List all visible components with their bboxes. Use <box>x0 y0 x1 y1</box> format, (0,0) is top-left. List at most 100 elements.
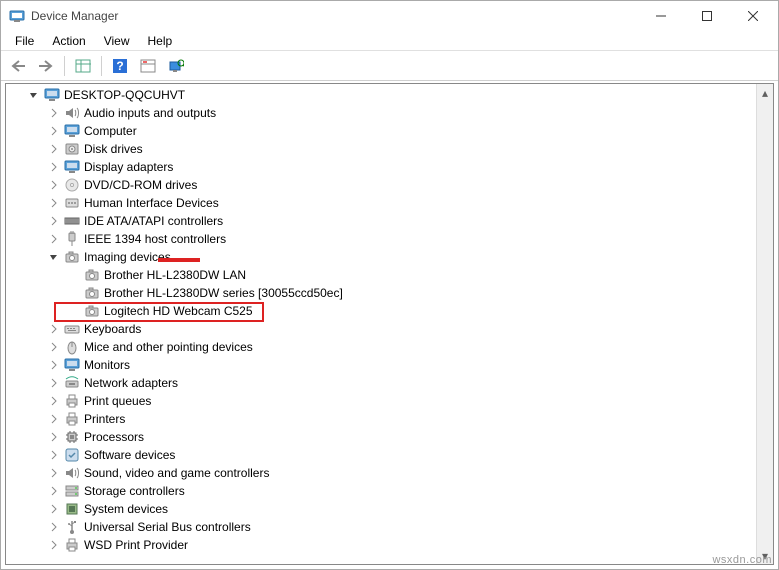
camera-icon <box>84 267 100 283</box>
expander-spacer <box>66 285 82 301</box>
expander-icon[interactable] <box>46 213 62 229</box>
category-ide[interactable]: IDE ATA/ATAPI controllers <box>46 212 773 230</box>
category-dvd[interactable]: DVD/CD-ROM drives <box>46 176 773 194</box>
category-display[interactable]: Display adapters <box>46 158 773 176</box>
category-printers[interactable]: Printers <box>46 410 773 428</box>
menubar: File Action View Help <box>1 31 778 51</box>
category-keyboards[interactable]: Keyboards <box>46 320 773 338</box>
expander-icon[interactable] <box>46 411 62 427</box>
expander-icon[interactable] <box>46 159 62 175</box>
device-item[interactable]: Brother HL-L2380DW series [30055ccd50ec] <box>66 284 773 302</box>
expander-icon[interactable] <box>46 537 62 553</box>
category-sound[interactable]: Sound, video and game controllers <box>46 464 773 482</box>
keyboard-icon <box>64 321 80 337</box>
expander-icon[interactable] <box>46 357 62 373</box>
category-network[interactable]: Network adapters <box>46 374 773 392</box>
category-audio[interactable]: Audio inputs and outputs <box>46 104 773 122</box>
cpu-icon <box>64 429 80 445</box>
back-button[interactable] <box>5 54 31 78</box>
category-label: Printers <box>84 412 125 426</box>
minimize-button[interactable] <box>638 1 684 31</box>
forward-button[interactable] <box>33 54 59 78</box>
camera-icon <box>64 249 80 265</box>
category-proc[interactable]: Processors <box>46 428 773 446</box>
printer-icon <box>64 393 80 409</box>
device-label: Logitech HD Webcam C525 <box>104 304 253 318</box>
toolbar-separator <box>101 56 102 76</box>
chip-icon <box>64 501 80 517</box>
expander-icon[interactable] <box>46 447 62 463</box>
expander-icon[interactable] <box>46 465 62 481</box>
expander-icon[interactable] <box>46 519 62 535</box>
expander-icon[interactable] <box>46 375 62 391</box>
expander-icon[interactable] <box>46 483 62 499</box>
maximize-button[interactable] <box>684 1 730 31</box>
menu-action[interactable]: Action <box>44 32 93 50</box>
properties-button[interactable] <box>135 54 161 78</box>
device-label: Brother HL-L2380DW LAN <box>104 268 246 282</box>
usb-icon <box>64 519 80 535</box>
expander-icon[interactable] <box>46 195 62 211</box>
expander-icon[interactable] <box>46 105 62 121</box>
category-mice[interactable]: Mice and other pointing devices <box>46 338 773 356</box>
menu-help[interactable]: Help <box>140 32 181 50</box>
scan-hardware-button[interactable] <box>163 54 189 78</box>
show-hide-tree-button[interactable] <box>70 54 96 78</box>
disk-icon <box>64 141 80 157</box>
category-printq[interactable]: Print queues <box>46 392 773 410</box>
vertical-scrollbar[interactable]: ▴ ▾ <box>756 84 773 564</box>
category-ieee[interactable]: IEEE 1394 host controllers <box>46 230 773 248</box>
tree-root-label: DESKTOP-QQCUHVT <box>64 88 185 102</box>
expander-icon[interactable] <box>46 249 62 265</box>
category-label: Human Interface Devices <box>84 196 219 210</box>
category-label: Mice and other pointing devices <box>84 340 253 354</box>
category-storage[interactable]: Storage controllers <box>46 482 773 500</box>
category-monitors[interactable]: Monitors <box>46 356 773 374</box>
plug-icon <box>64 231 80 247</box>
printer-icon <box>64 411 80 427</box>
category-label: Software devices <box>84 448 175 462</box>
category-label: Monitors <box>84 358 130 372</box>
menu-view[interactable]: View <box>96 32 138 50</box>
ide-icon <box>64 213 80 229</box>
expander-icon[interactable] <box>46 429 62 445</box>
category-usb[interactable]: Universal Serial Bus controllers <box>46 518 773 536</box>
expander-icon[interactable] <box>46 177 62 193</box>
category-label: Disk drives <box>84 142 143 156</box>
category-label: Network adapters <box>84 376 178 390</box>
expander-icon[interactable] <box>46 393 62 409</box>
expander-icon[interactable] <box>46 339 62 355</box>
category-wsd[interactable]: WSD Print Provider <box>46 536 773 554</box>
expander-icon[interactable] <box>46 123 62 139</box>
disc-icon <box>64 177 80 193</box>
scroll-up-arrow[interactable]: ▴ <box>757 84 773 101</box>
device-item[interactable]: Logitech HD Webcam C525 <box>66 302 773 320</box>
expander-icon[interactable] <box>46 321 62 337</box>
tree-root[interactable]: DESKTOP-QQCUHVT <box>26 86 773 104</box>
expander-spacer <box>66 267 82 283</box>
category-system[interactable]: System devices <box>46 500 773 518</box>
expander-icon[interactable] <box>46 141 62 157</box>
expander-icon[interactable] <box>46 501 62 517</box>
category-computer[interactable]: Computer <box>46 122 773 140</box>
expander-icon[interactable] <box>46 231 62 247</box>
menu-file[interactable]: File <box>7 32 42 50</box>
category-hid[interactable]: Human Interface Devices <box>46 194 773 212</box>
device-item[interactable]: Brother HL-L2380DW LAN <box>66 266 773 284</box>
computer-icon <box>44 87 60 103</box>
monitor-icon <box>64 159 80 175</box>
monitor-icon <box>64 123 80 139</box>
category-disk[interactable]: Disk drives <box>46 140 773 158</box>
category-software[interactable]: Software devices <box>46 446 773 464</box>
storage-icon <box>64 483 80 499</box>
speaker-icon <box>64 105 80 121</box>
category-label: Imaging devices <box>84 250 171 264</box>
close-button[interactable] <box>730 1 776 31</box>
device-tree[interactable]: DESKTOP-QQCUHVT Audio inputs and outputs… <box>6 84 773 564</box>
category-label: Computer <box>84 124 137 138</box>
category-label: Universal Serial Bus controllers <box>84 520 251 534</box>
expander-icon[interactable] <box>26 87 42 103</box>
category-imaging[interactable]: Imaging devices <box>46 248 773 266</box>
category-label: Audio inputs and outputs <box>84 106 216 120</box>
help-button[interactable]: ? <box>107 54 133 78</box>
